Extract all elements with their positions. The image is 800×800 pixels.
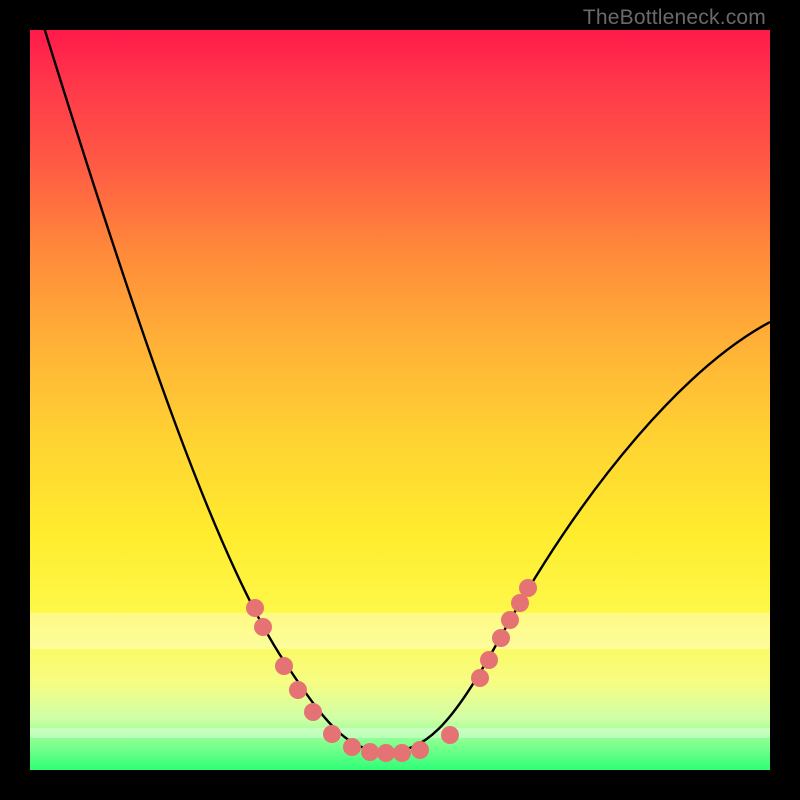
curve-marker	[411, 741, 429, 759]
curve-marker	[393, 744, 411, 762]
curve-marker	[361, 743, 379, 761]
curve-marker	[246, 599, 264, 617]
curve-marker	[519, 579, 537, 597]
curve-marker	[492, 629, 510, 647]
bottleneck-curve	[30, 30, 770, 770]
curve-markers	[246, 579, 537, 762]
curve-marker	[304, 703, 322, 721]
watermark-text: TheBottleneck.com	[583, 6, 766, 30]
curve-marker	[275, 657, 293, 675]
curve-marker	[441, 726, 459, 744]
curve-path	[30, 30, 770, 752]
curve-marker	[377, 744, 395, 762]
curve-marker	[480, 651, 498, 669]
curve-marker	[289, 681, 307, 699]
curve-marker	[323, 725, 341, 743]
chart-plot-area	[30, 30, 770, 770]
curve-marker	[343, 738, 361, 756]
curve-marker	[501, 611, 519, 629]
curve-marker	[471, 669, 489, 687]
curve-marker	[254, 618, 272, 636]
